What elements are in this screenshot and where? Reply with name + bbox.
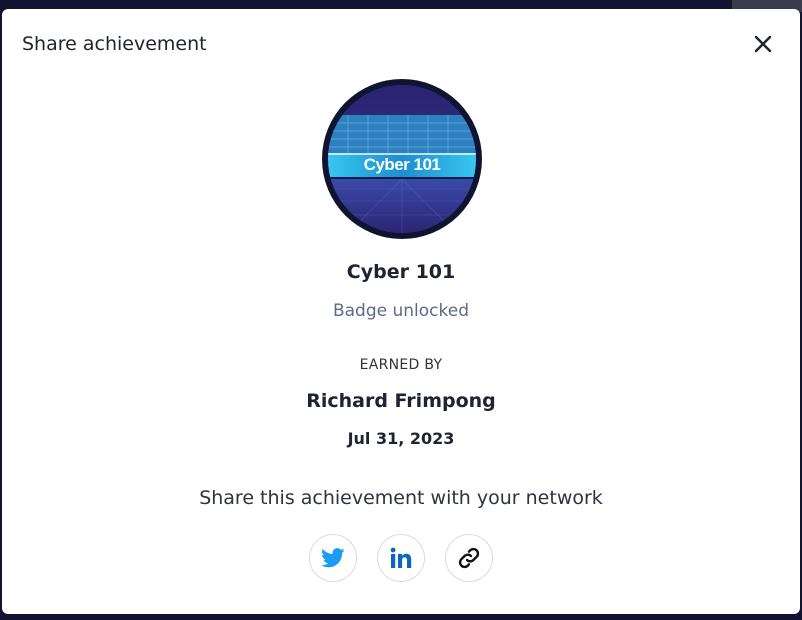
close-button[interactable] bbox=[748, 29, 778, 59]
share-twitter-button[interactable] bbox=[309, 534, 357, 582]
badge-image-title: Cyber 101 bbox=[363, 155, 441, 174]
share-linkedin-button[interactable] bbox=[377, 534, 425, 582]
earner-name: Richard Frimpong bbox=[306, 390, 496, 412]
close-icon bbox=[754, 35, 772, 53]
badge-image: Cyber 101 bbox=[322, 79, 482, 239]
earned-by-label: EARNED BY bbox=[359, 357, 443, 373]
earned-date: Jul 31, 2023 bbox=[347, 429, 455, 448]
link-icon bbox=[458, 547, 480, 569]
badge-name: Cyber 101 bbox=[346, 261, 456, 283]
share-achievement-modal: Share achievement Cyber 101 Cyber 101 Ba… bbox=[2, 9, 800, 614]
badge-status: Badge unlocked bbox=[332, 301, 470, 321]
share-buttons bbox=[2, 534, 800, 582]
copy-link-button[interactable] bbox=[445, 534, 493, 582]
share-prompt: Share this achievement with your network bbox=[199, 487, 603, 509]
badge-inner: Cyber 101 bbox=[328, 85, 476, 233]
twitter-icon bbox=[321, 548, 345, 568]
linkedin-icon bbox=[390, 547, 412, 568]
modal-title: Share achievement bbox=[22, 33, 207, 55]
